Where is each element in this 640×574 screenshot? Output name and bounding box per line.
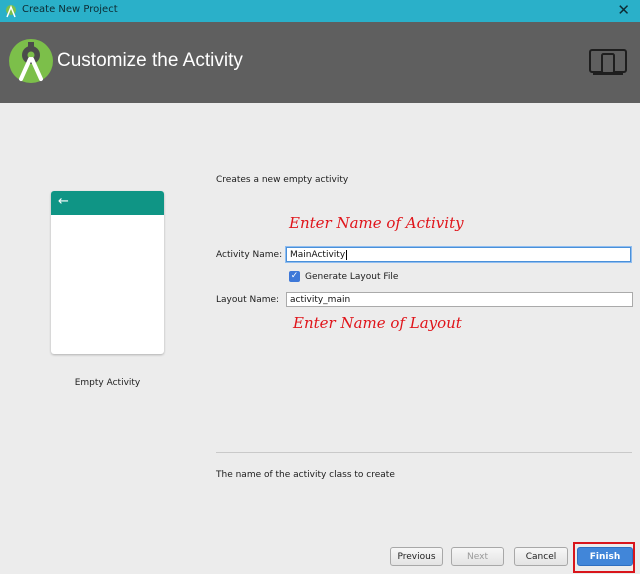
window-title: Create New Project	[22, 4, 118, 15]
generate-layout-label[interactable]: Generate Layout File	[305, 272, 398, 282]
activity-name-label: Activity Name:	[216, 250, 283, 260]
annotation-layout-hint: Enter Name of Layout	[293, 314, 462, 332]
template-description: Creates a new empty activity	[216, 175, 349, 185]
wizard-header: Customize the Activity	[0, 22, 640, 103]
annotation-activity-hint: Enter Name of Activity	[289, 214, 464, 232]
page-title: Customize the Activity	[57, 50, 243, 71]
back-arrow-icon: ←	[58, 194, 69, 209]
activity-name-value: MainActivity	[290, 250, 346, 260]
finish-button[interactable]: Finish	[577, 547, 633, 566]
devices-icon	[589, 49, 627, 75]
window-titlebar: Create New Project ✕	[0, 0, 640, 22]
generate-layout-checkbox[interactable]: ✓	[289, 271, 300, 282]
template-name: Empty Activity	[74, 378, 141, 388]
text-caret	[346, 249, 348, 260]
android-studio-icon	[6, 4, 16, 18]
previous-button[interactable]: Previous	[390, 547, 443, 566]
layout-name-value: activity_main	[290, 295, 351, 305]
close-icon[interactable]: ✕	[617, 1, 630, 19]
help-divider	[216, 452, 632, 453]
android-studio-logo-icon	[9, 39, 53, 83]
cancel-button[interactable]: Cancel	[514, 547, 568, 566]
help-text: The name of the activity class to create	[216, 470, 395, 480]
activity-name-input[interactable]: MainActivity	[286, 247, 631, 262]
layout-name-input[interactable]: activity_main	[286, 292, 633, 307]
layout-name-label: Layout Name:	[216, 295, 280, 305]
next-button[interactable]: Next	[451, 547, 504, 566]
activity-template-preview: ←	[51, 191, 164, 354]
preview-app-bar: ←	[51, 191, 164, 215]
